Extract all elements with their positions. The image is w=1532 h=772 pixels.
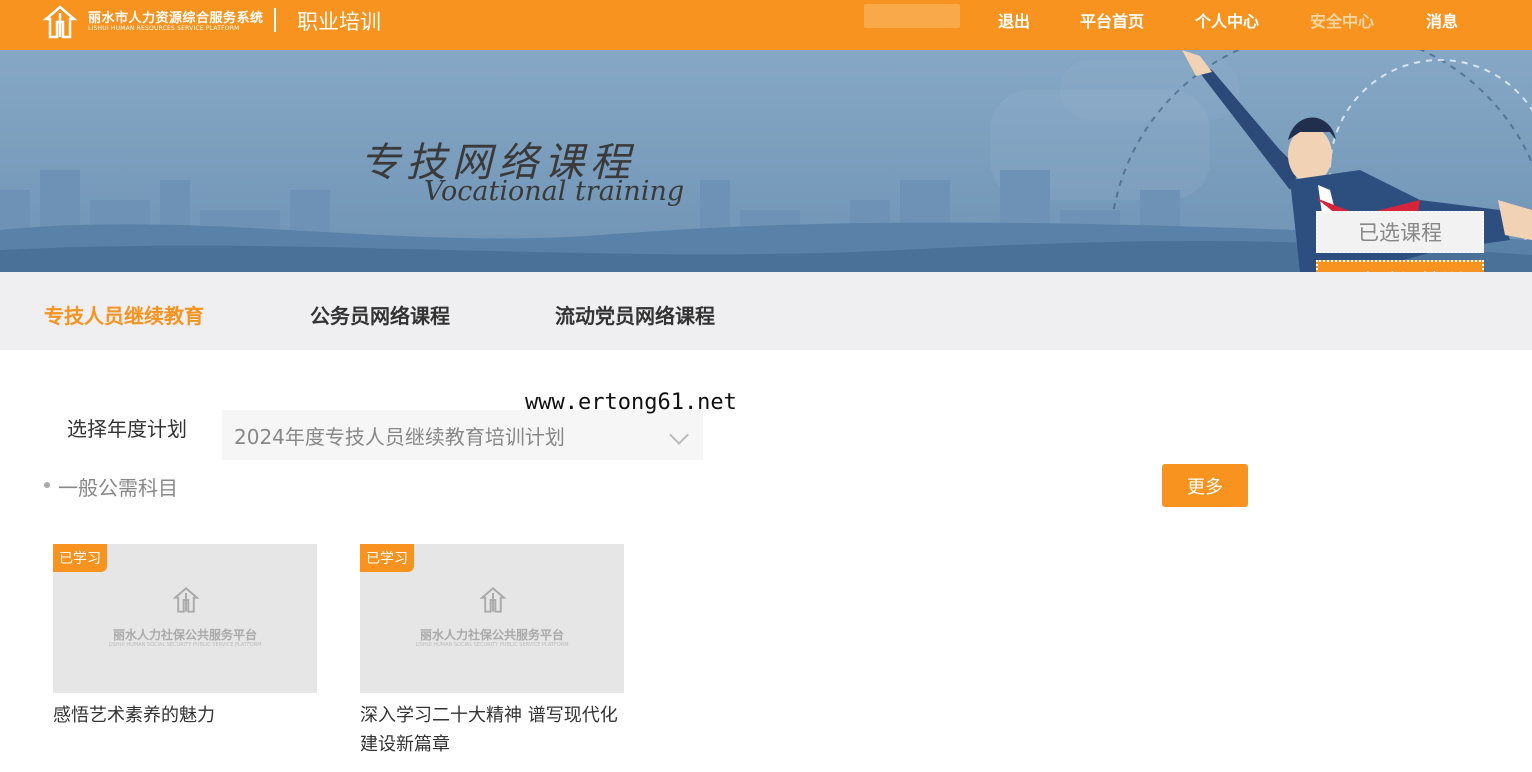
nav-logout[interactable]: 退出	[998, 8, 1030, 32]
watermark-text: www.ertong61.net	[525, 390, 737, 415]
nav-platform-home[interactable]: 平台首页	[1080, 8, 1144, 32]
year-plan-label: 选择年度计划	[67, 417, 187, 441]
tab-civil-servant-courses[interactable]: 公务员网络课程	[310, 300, 450, 329]
learned-badge: 已学习	[53, 544, 107, 572]
course-card[interactable]: 已学习 丽水人力社保公共服务平台 LISHUI HUMAN SOCIAL SEC…	[53, 544, 317, 730]
tab-mobile-party-member-courses[interactable]: 流动党员网络课程	[555, 300, 715, 329]
logo-subtitle: LISHUI HUMAN RESOURCES SERVICE PLATFORM	[88, 25, 240, 32]
course-thumbnail[interactable]: 已学习 丽水人力社保公共服务平台 LISHUI HUMAN SOCIAL SEC…	[360, 544, 624, 693]
course-card[interactable]: 已学习 丽水人力社保公共服务平台 LISHUI HUMAN SOCIAL SEC…	[360, 544, 624, 759]
bullet-dot-icon	[44, 482, 50, 488]
year-plan-select[interactable]: 2024年度专技人员继续教育培训计划	[222, 410, 703, 460]
banner: 专技网络课程 Vocational training	[0, 50, 1532, 272]
logo-divider	[274, 8, 276, 32]
nav-security-center[interactable]: 安全中心	[1310, 8, 1374, 32]
course-thumbnail[interactable]: 已学习 丽水人力社保公共服务平台 LISHUI HUMAN SOCIAL SEC…	[53, 544, 317, 693]
logo-title: 丽水市人力资源综合服务系统	[88, 11, 264, 26]
user-name-blurred	[864, 4, 960, 28]
course-category-tabs: 专技人员继续教育 公务员网络课程 流动党员网络课程	[0, 272, 1532, 350]
selected-courses-button[interactable]: 已选课程	[1316, 211, 1484, 253]
logo-house-icon	[42, 5, 78, 39]
thumbnail-platform-name-en: LISHUI HUMAN SOCIAL SECURITY PUBLIC SERV…	[415, 642, 569, 648]
tab-professional-continuing-education[interactable]: 专技人员继续教育	[44, 300, 204, 329]
nav-personal-center[interactable]: 个人中心	[1195, 8, 1259, 32]
platform-logo-icon	[172, 587, 200, 613]
top-header: 丽水市人力资源综合服务系统 LISHUI HUMAN RESOURCES SER…	[0, 0, 1532, 50]
thumbnail-platform-name: 丽水人力社保公共服务平台	[112, 628, 257, 642]
thumbnail-platform-name-en: LISHUI HUMAN SOCIAL SECURITY PUBLIC SERV…	[108, 642, 262, 648]
learned-badge: 已学习	[360, 544, 414, 572]
site-section-title: 职业培训	[297, 10, 381, 34]
banner-title-english: Vocational training	[424, 176, 685, 207]
year-plan-selected-value: 2024年度专技人员继续教育培训计划	[234, 424, 565, 449]
platform-logo-icon	[479, 587, 507, 613]
more-button[interactable]: 更多	[1162, 464, 1248, 507]
section-title: 一般公需科目	[58, 476, 178, 500]
course-title[interactable]: 深入学习二十大精神 谱写现代化建设新篇章	[360, 701, 624, 759]
banner-cityscape-illustration	[0, 50, 1532, 272]
course-title[interactable]: 感悟艺术素养的魅力	[53, 701, 317, 730]
nav-messages[interactable]: 消息	[1426, 8, 1458, 32]
thumbnail-platform-name: 丽水人力社保公共服务平台	[419, 628, 564, 642]
